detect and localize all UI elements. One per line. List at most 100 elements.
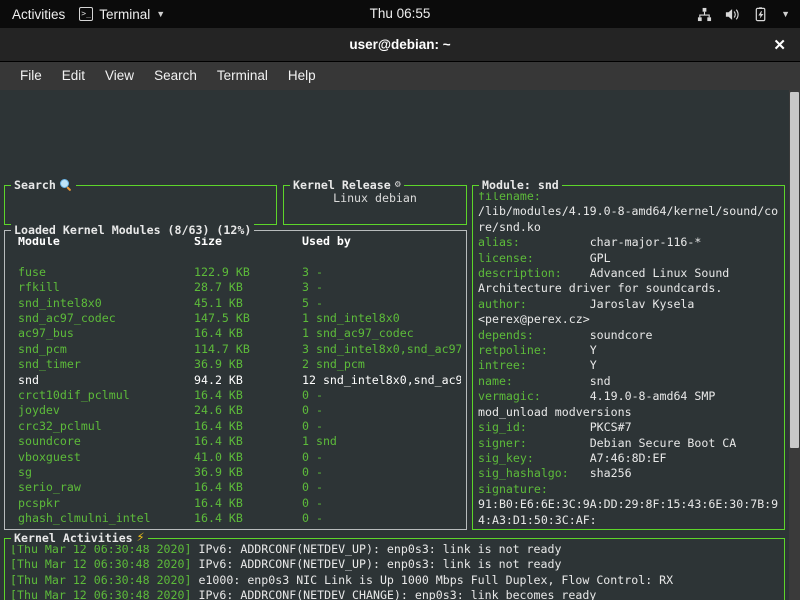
table-row[interactable]: snd_timer 36.9 KB 2 snd_pcm xyxy=(10,357,461,372)
search-panel[interactable]: Search xyxy=(4,178,277,225)
magnifying-glass-icon xyxy=(59,178,73,192)
module-detail-line: depends: soundcore xyxy=(478,328,779,343)
module-detail-panel[interactable]: Module: snd filename: /lib/modules/4.19.… xyxy=(472,178,785,530)
battery-charging-icon[interactable] xyxy=(754,6,768,22)
table-row[interactable]: snd_ac97_codec 147.5 KB 1 snd_intel8x0 xyxy=(10,311,461,326)
module-name-cell: serio_raw xyxy=(18,480,81,495)
window-titlebar[interactable]: user@debian: ~ ✕ xyxy=(0,28,800,62)
window-title: user@debian: ~ xyxy=(349,37,451,52)
volume-icon[interactable] xyxy=(725,7,741,22)
loaded-modules-panel[interactable]: Loaded Kernel Modules (8/63) (12%) Modul… xyxy=(4,223,467,530)
table-row[interactable]: vboxguest 41.0 KB 0 - xyxy=(10,450,461,465)
kernel-activities-panel[interactable]: Kernel Activities ⚡ [Thu Mar 12 06:30:48… xyxy=(4,531,785,600)
table-row[interactable]: sg 36.9 KB 0 - xyxy=(10,465,461,480)
kernel-activities-label: Kernel Activities xyxy=(14,531,133,545)
module-detail-value: Y xyxy=(589,358,597,373)
module-detail-line: 91:B0:E6:6E:3C:9A:DD:29:8F:15:43:6E:30:7… xyxy=(478,497,779,512)
table-row[interactable]: snd 94.2 KB 12 snd_intel8x0,snd_ac97_code xyxy=(10,373,461,388)
table-row[interactable]: pcspkr 16.4 KB 0 - xyxy=(10,496,461,511)
module-size-cell: 36.9 KB xyxy=(194,357,243,372)
module-usedby-cell: 12 snd_intel8x0,snd_ac97_code xyxy=(302,372,461,387)
module-detail-line: re/snd.ko xyxy=(478,220,779,235)
table-row[interactable]: soundcore 16.4 KB 1 snd xyxy=(10,434,461,449)
module-usedby-cell: 0 - xyxy=(302,511,323,526)
column-header-used-by: Used by xyxy=(302,234,351,248)
terminal-scrollbar[interactable] xyxy=(789,90,800,600)
network-icon[interactable] xyxy=(697,7,712,22)
table-row[interactable]: snd_pcm 114.7 KB 3 snd_intel8x0,snd_ac97_c… xyxy=(10,342,461,357)
table-row[interactable]: serio_raw 16.4 KB 0 - xyxy=(10,480,461,495)
table-row[interactable]: ac97_bus 16.4 KB 1 snd_ac97_codec xyxy=(10,326,461,341)
search-panel-label: Search xyxy=(14,178,56,192)
module-detail-key: signature: xyxy=(478,481,590,496)
module-detail-value: Debian Secure Boot CA xyxy=(589,435,737,450)
module-detail-key: retpoline: xyxy=(478,343,590,358)
module-detail-key: description: xyxy=(478,266,590,281)
menu-item-edit[interactable]: Edit xyxy=(52,62,95,90)
menu-item-search[interactable]: Search xyxy=(144,62,207,90)
module-name-cell: crc32_pclmul xyxy=(18,418,102,433)
module-size-cell: 16.4 KB xyxy=(194,480,243,495)
module-detail-line: retpoline: Y xyxy=(478,343,779,358)
module-detail-panel-title: Module: snd xyxy=(479,178,562,192)
table-row[interactable]: ghash_clmulni_intel 16.4 KB 0 - xyxy=(10,511,461,526)
kernel-release-label: Kernel Release xyxy=(293,178,391,192)
loaded-modules-panel-title: Loaded Kernel Modules (8/63) (12%) xyxy=(11,223,255,237)
module-name-cell: vboxguest xyxy=(18,449,81,464)
module-size-cell: 122.9 KB xyxy=(194,264,250,279)
log-message: IPv6: ADDRCONF(NETDEV_CHANGE): enp0s3: l… xyxy=(198,588,597,600)
module-detail-value: char-major-116-* xyxy=(589,235,702,250)
activities-button[interactable]: Activities xyxy=(12,7,65,22)
log-entry: [Thu Mar 12 06:30:48 2020] IPv6: ADDRCON… xyxy=(10,588,779,600)
table-row[interactable]: fuse 122.9 KB 3 - xyxy=(10,265,461,280)
log-message: IPv6: ADDRCONF(NETDEV_UP): enp0s3: link … xyxy=(198,542,562,556)
kernel-release-panel-title: Kernel Release ⚙ xyxy=(290,178,404,192)
menu-item-view[interactable]: View xyxy=(95,62,144,90)
kernel-release-panel: Kernel Release ⚙ Linux debian xyxy=(283,178,467,225)
app-menu-button[interactable]: >_ Terminal ▼ xyxy=(79,7,165,22)
module-size-cell: 45.1 KB xyxy=(194,295,243,310)
lightning-bolt-icon: ⚡ xyxy=(136,530,145,545)
module-detail-line: signature: xyxy=(478,482,779,497)
table-row[interactable]: crct10dif_pclmul 16.4 KB 0 - xyxy=(10,388,461,403)
module-detail-value: mod_unload modversions xyxy=(478,404,632,419)
module-size-cell: 16.4 KB xyxy=(194,495,243,510)
module-usedby-cell: 5 - xyxy=(302,295,323,310)
module-detail-value: 4.19.0-8-amd64 SMP xyxy=(589,389,716,404)
table-row[interactable]: rfkill 28.7 KB 3 - xyxy=(10,280,461,295)
module-usedby-cell: 0 - xyxy=(302,403,323,418)
table-row[interactable]: crc32_pclmul 16.4 KB 0 - xyxy=(10,419,461,434)
close-icon[interactable]: ✕ xyxy=(773,28,786,62)
module-name-cell: ac97_bus xyxy=(18,326,74,341)
module-usedby-cell: 0 - xyxy=(302,449,323,464)
module-detail-line: author: Jaroslav Kysela xyxy=(478,297,779,312)
module-name-cell: snd_ac97_codec xyxy=(18,311,116,326)
module-name-cell: pcspkr xyxy=(18,495,60,510)
menu-item-terminal[interactable]: Terminal xyxy=(207,62,278,90)
module-detail-line: sig_key: A7:46:8D:EF xyxy=(478,451,779,466)
module-usedby-cell: 1 snd_ac97_codec xyxy=(302,326,414,341)
module-detail-line: vermagic: 4.19.0-8-amd64 SMP xyxy=(478,389,779,404)
module-usedby-cell: 0 - xyxy=(302,418,323,433)
module-size-cell: 24.6 KB xyxy=(194,403,243,418)
module-detail-value: snd xyxy=(589,373,611,388)
module-detail-value: GPL xyxy=(589,250,611,265)
module-detail-key: author: xyxy=(478,296,590,311)
module-usedby-cell: 0 - xyxy=(302,480,323,495)
module-size-cell: 114.7 KB xyxy=(194,341,250,356)
module-detail-line: intree: Y xyxy=(478,358,779,373)
menu-item-file[interactable]: File xyxy=(10,62,52,90)
module-detail-line: license: GPL xyxy=(478,251,779,266)
module-detail-key: alias: xyxy=(478,235,590,250)
module-usedby-cell: 2 snd_pcm xyxy=(302,357,365,372)
terminal-scrollbar-thumb[interactable] xyxy=(790,92,799,448)
module-detail-value: Y xyxy=(589,343,597,358)
table-row[interactable]: snd_intel8x0 45.1 KB 5 - xyxy=(10,296,461,311)
module-detail-value: <perex@perex.cz> xyxy=(478,312,590,327)
table-row[interactable]: joydev 24.6 KB 0 - xyxy=(10,403,461,418)
search-panel-title: Search xyxy=(11,178,76,192)
module-size-cell: 16.4 KB xyxy=(194,326,243,341)
chevron-down-icon[interactable]: ▼ xyxy=(781,9,790,19)
menu-item-help[interactable]: Help xyxy=(278,62,326,90)
module-detail-value: Advanced Linux Sound xyxy=(589,266,730,281)
